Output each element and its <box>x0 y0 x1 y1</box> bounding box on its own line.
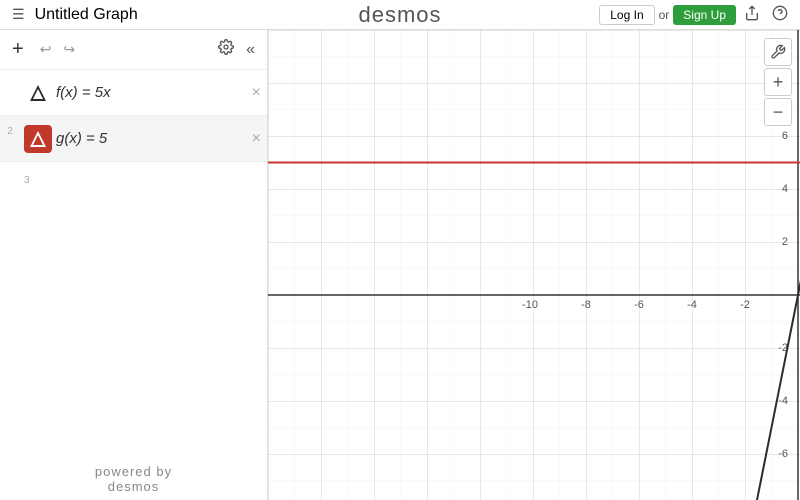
svg-text:4: 4 <box>782 183 788 195</box>
zoom-in-button[interactable]: + <box>764 68 792 96</box>
expr-icon-1 <box>24 79 52 107</box>
svg-text:-6: -6 <box>634 299 644 311</box>
share-button[interactable] <box>740 3 764 26</box>
login-button[interactable]: Log In <box>599 5 654 25</box>
collapse-sidebar-button[interactable]: « <box>242 37 259 63</box>
powered-by: powered by desmos <box>0 458 267 500</box>
or-text: or <box>659 8 670 22</box>
expr-close-1[interactable]: × <box>246 84 267 102</box>
svg-text:-6: -6 <box>778 448 788 460</box>
expr-num-3: 3 <box>4 175 30 186</box>
signup-button[interactable]: Sign Up <box>673 5 736 25</box>
svg-text:-8: -8 <box>581 299 591 311</box>
svg-text:-4: -4 <box>778 395 788 407</box>
svg-text:-2: -2 <box>740 299 750 311</box>
menu-button[interactable]: ☰ <box>8 4 29 25</box>
graph-area[interactable]: -10 -8 -6 -4 -2 2 4 6 8 10 8 6 4 2 -2 -4… <box>268 30 800 500</box>
expression-row-1[interactable]: f(x) = 5x × <box>0 70 267 116</box>
expr-formula-1: f(x) = 5x <box>56 84 246 101</box>
topbar-right: Log In or Sign Up <box>599 3 792 26</box>
sidebar-toolbar: + ↩ ↪ « <box>0 30 267 70</box>
main: + ↩ ↪ « f(x) = 5x × <box>0 30 800 500</box>
expr-formula-2: g(x) = 5 <box>56 130 246 147</box>
svg-text:2: 2 <box>782 236 788 248</box>
expr-icon-2 <box>24 125 52 153</box>
undo-button[interactable]: ↩ <box>36 37 56 62</box>
sidebar: + ↩ ↪ « f(x) = 5x × <box>0 30 268 500</box>
expr-num-1 <box>0 74 20 80</box>
svg-text:-10: -10 <box>522 299 538 311</box>
zoom-out-button[interactable]: − <box>764 98 792 126</box>
graph-title: Untitled Graph <box>35 6 138 24</box>
expr-row-3: 3 <box>0 162 267 182</box>
expr-close-2[interactable]: × <box>246 130 267 148</box>
brand-logo: desmos <box>358 2 441 28</box>
svg-text:-4: -4 <box>687 299 697 311</box>
topbar-left: ☰ Untitled Graph <box>8 4 138 25</box>
topbar: ☰ Untitled Graph desmos Log In or Sign U… <box>0 0 800 30</box>
expr-num-2: 2 <box>0 120 20 137</box>
settings-button[interactable] <box>214 35 238 64</box>
graph-toolbar: + − <box>764 38 792 126</box>
help-button[interactable] <box>768 3 792 26</box>
graph-canvas: -10 -8 -6 -4 -2 2 4 6 8 10 8 6 4 2 -2 -4… <box>268 30 800 500</box>
expression-row-2[interactable]: 2 g(x) = 5 × <box>0 116 267 162</box>
redo-button[interactable]: ↪ <box>59 37 79 62</box>
add-expression-button[interactable]: + <box>8 34 28 65</box>
svg-text:6: 6 <box>782 130 788 142</box>
wrench-button[interactable] <box>764 38 792 66</box>
